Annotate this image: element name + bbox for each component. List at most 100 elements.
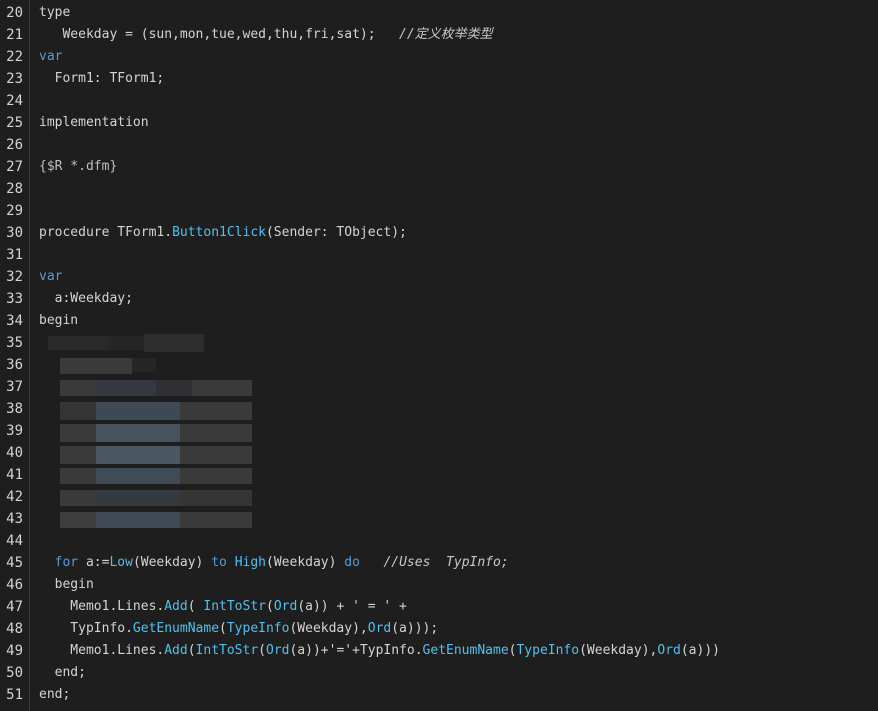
- code-token: end;: [39, 665, 86, 680]
- code-token: Weekday = (sun,mon,tue,wed,thu,fri,sat);: [39, 27, 400, 42]
- line-number: 21: [6, 27, 23, 43]
- code-token: {$R *.dfm}: [39, 159, 118, 174]
- line-number: 43: [6, 511, 23, 527]
- line-number: 51: [6, 687, 23, 703]
- code-token: (a)) + ' = ' +: [297, 599, 407, 614]
- line-number: 31: [6, 247, 23, 263]
- code-token: (: [266, 599, 274, 614]
- code-comment: //定义枚举类型: [399, 27, 493, 42]
- code-token: Memo1.Lines.: [39, 643, 165, 658]
- line-number: 41: [6, 467, 23, 483]
- line-number: 48: [6, 621, 23, 637]
- code-token: (a))+'='+TypInfo.: [289, 643, 423, 658]
- line-number: 28: [6, 181, 23, 197]
- line-number: 20: [6, 5, 23, 21]
- code-token: IntToStr: [203, 599, 266, 614]
- line-number: 25: [6, 115, 23, 131]
- code-token: TypeInfo: [516, 643, 580, 658]
- code-token: TypeInfo: [226, 621, 290, 636]
- code-token: implementation: [39, 115, 149, 130]
- code-token: (Weekday),: [289, 621, 368, 636]
- line-number: 38: [6, 401, 23, 417]
- code-line[interactable]: TypInfo.GetEnumName(TypeInfo(Weekday),Or…: [39, 618, 438, 640]
- code-line[interactable]: begin: [39, 574, 94, 596]
- code-line[interactable]: implementation: [39, 112, 149, 134]
- code-token: Button1Click: [172, 225, 266, 240]
- code-token: Form1: TForm1;: [39, 71, 165, 86]
- code-line[interactable]: Weekday = (sun,mon,tue,wed,thu,fri,sat);…: [39, 24, 493, 46]
- code-token: Ord: [266, 643, 290, 658]
- line-number: 22: [6, 49, 23, 65]
- line-number: 30: [6, 225, 23, 241]
- code-token: Ord: [273, 599, 298, 614]
- line-number: 37: [6, 379, 23, 395]
- code-token: (Weekday),: [579, 643, 658, 658]
- code-token: (: [187, 599, 204, 614]
- code-token: Add: [164, 643, 188, 658]
- line-number-gutter: 20 21 22 23 24 25 26 27 28 29 30 31 32 33 34 35 36 37 38 39…: [0, 0, 30, 711]
- code-token: Ord: [367, 621, 392, 636]
- code-token: a:Weekday;: [39, 291, 133, 306]
- code-token: type: [39, 5, 71, 20]
- line-number: 45: [6, 555, 23, 571]
- code-token: (: [219, 621, 227, 636]
- code-line[interactable]: a:Weekday;: [39, 288, 133, 310]
- code-area[interactable]: type Weekday = (sun,mon,tue,wed,thu,fri,…: [39, 0, 878, 711]
- code-line[interactable]: Memo1.Lines.Add( IntToStr(Ord(a)) + ' = …: [39, 596, 407, 618]
- code-line[interactable]: Memo1.Lines.Add(IntToStr(Ord(a))+'='+Typ…: [39, 640, 720, 662]
- code-line[interactable]: var: [39, 266, 62, 288]
- line-number: 33: [6, 291, 23, 307]
- line-number: 24: [6, 93, 23, 109]
- code-token: for: [54, 555, 79, 570]
- code-token: Add: [164, 599, 188, 614]
- line-number: 50: [6, 665, 23, 681]
- code-token: IntToStr: [195, 643, 259, 658]
- code-token: begin: [39, 313, 79, 328]
- line-number: 36: [6, 357, 23, 373]
- line-number: 32: [6, 269, 23, 285]
- code-line[interactable]: end;: [39, 684, 70, 706]
- code-line[interactable]: var: [39, 46, 62, 68]
- line-number: 23: [6, 71, 23, 87]
- code-token: High: [234, 555, 267, 570]
- code-token: procedure TForm1.: [39, 225, 173, 240]
- line-number: 46: [6, 577, 23, 593]
- code-token: Memo1.Lines.: [39, 599, 165, 614]
- code-token: (Weekday): [132, 555, 212, 570]
- line-number: 27: [6, 159, 23, 175]
- line-number: 39: [6, 423, 23, 439]
- code-line[interactable]: end;: [39, 662, 86, 684]
- code-token: var: [39, 269, 63, 284]
- code-token: (Weekday): [266, 555, 345, 570]
- code-token: GetEnumName: [422, 643, 509, 658]
- code-line[interactable]: procedure TForm1.Button1Click(Sender: TO…: [39, 222, 407, 244]
- line-number: 34: [6, 313, 23, 329]
- code-token: (a)));: [391, 621, 439, 636]
- line-number: 44: [6, 533, 23, 549]
- code-line[interactable]: {$R *.dfm}: [39, 156, 117, 178]
- code-token: TypInfo.: [39, 621, 133, 636]
- code-token: (a))): [680, 643, 720, 658]
- code-token: Low: [109, 555, 133, 570]
- code-token: GetEnumName: [132, 621, 220, 636]
- code-token: begin: [39, 577, 94, 592]
- code-token: end;: [39, 687, 71, 702]
- line-number: 47: [6, 599, 23, 615]
- code-token: do: [344, 555, 360, 570]
- code-line[interactable]: Form1: TForm1;: [39, 68, 165, 90]
- code-token: to: [211, 555, 227, 570]
- line-number: 29: [6, 203, 23, 219]
- code-token: var: [39, 49, 63, 64]
- line-number: 35: [6, 335, 23, 351]
- line-number: 26: [6, 137, 23, 153]
- line-number: 49: [6, 643, 23, 659]
- code-line[interactable]: begin: [39, 310, 78, 332]
- code-line[interactable]: for a:=Low(Weekday) to High(Weekday) do …: [39, 552, 509, 574]
- code-line[interactable]: type: [39, 2, 70, 24]
- code-token: (: [258, 643, 266, 658]
- line-number: 42: [6, 489, 23, 505]
- code-editor[interactable]: 20 21 22 23 24 25 26 27 28 29 30 31 32 33 34 35 36 37 38 39…: [0, 0, 878, 711]
